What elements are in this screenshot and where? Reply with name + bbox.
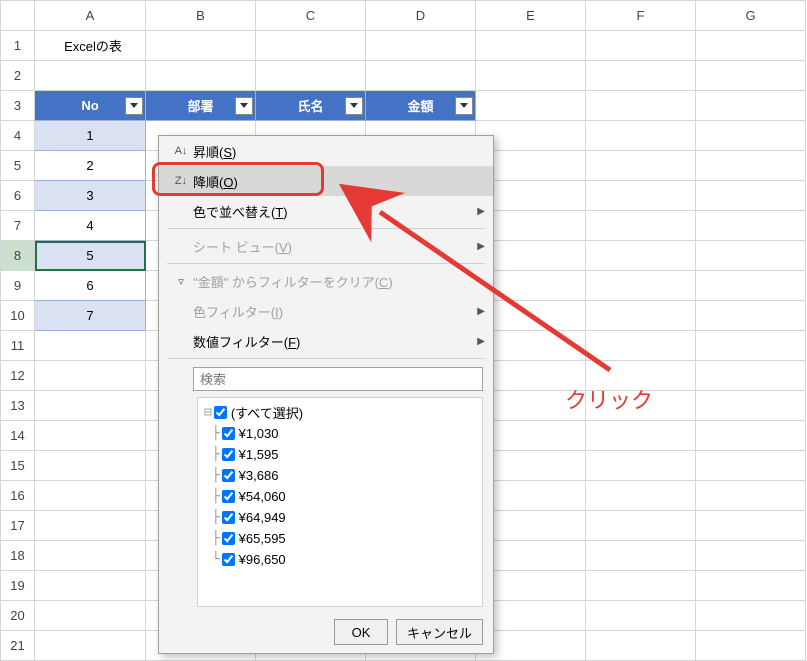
sort-desc-icon: Z↓ <box>169 175 193 187</box>
cell-title[interactable]: Excelの表 <box>35 31 146 61</box>
clear-filter-icon: ▿ <box>169 275 193 288</box>
row-header-19[interactable]: 19 <box>1 571 35 601</box>
row-header-20[interactable]: 20 <box>1 601 35 631</box>
chevron-right-icon: ▶ <box>477 336 485 347</box>
row-header-16[interactable]: 16 <box>1 481 35 511</box>
cell-no-6[interactable]: 6 <box>35 271 146 301</box>
filter-item[interactable]: ├¥1,030 <box>204 423 476 444</box>
row-header-12[interactable]: 12 <box>1 361 35 391</box>
cell-no-7[interactable]: 7 <box>35 301 146 331</box>
col-header-G[interactable]: G <box>696 1 806 31</box>
row-header-18[interactable]: 18 <box>1 541 35 571</box>
filter-item[interactable]: ├¥1,595 <box>204 444 476 465</box>
row-header-6[interactable]: 6 <box>1 181 35 211</box>
annotation-label: クリック <box>565 383 653 415</box>
filter-button-dept[interactable] <box>235 97 253 115</box>
sort-asc-icon: A↓ <box>169 145 193 157</box>
filter-button-no[interactable] <box>125 97 143 115</box>
chevron-right-icon: ▶ <box>477 206 485 217</box>
row-header-1[interactable]: 1 <box>1 31 35 61</box>
cell-no-3[interactable]: 3 <box>35 181 146 211</box>
col-header-A[interactable]: A <box>35 1 146 31</box>
sort-descending[interactable]: Z↓ 降順(O) <box>159 166 493 196</box>
sort-by-color[interactable]: 色で並べ替え(T) ▶ <box>159 196 493 226</box>
sort-ascending[interactable]: A↓ 昇順(S) <box>159 136 493 166</box>
row-header-21[interactable]: 21 <box>1 631 35 661</box>
cell-no-2[interactable]: 2 <box>35 151 146 181</box>
row-header-13[interactable]: 13 <box>1 391 35 421</box>
row-header-11[interactable]: 11 <box>1 331 35 361</box>
cell-no-5[interactable]: 5 <box>35 241 146 271</box>
chevron-right-icon: ▶ <box>477 306 485 317</box>
filter-dropdown: A↓ 昇順(S) Z↓ 降順(O) 色で並べ替え(T) ▶ シート ビュー(V)… <box>158 135 494 654</box>
table-header-no[interactable]: No <box>35 91 146 121</box>
table-header-name[interactable]: 氏名 <box>256 91 366 121</box>
chevron-right-icon: ▶ <box>477 241 485 252</box>
row-header-2[interactable]: 2 <box>1 61 35 91</box>
col-header-C[interactable]: C <box>256 1 366 31</box>
number-filters[interactable]: 数値フィルター(F) ▶ <box>159 326 493 356</box>
filter-button-name[interactable] <box>345 97 363 115</box>
row-header-9[interactable]: 9 <box>1 271 35 301</box>
ok-button[interactable]: OK <box>334 619 388 645</box>
clear-filter: ▿ "金額" からフィルターをクリア(C) <box>159 266 493 296</box>
row-header-5[interactable]: 5 <box>1 151 35 181</box>
col-header-F[interactable]: F <box>586 1 696 31</box>
filter-search-input[interactable] <box>193 367 483 391</box>
col-header-B[interactable]: B <box>146 1 256 31</box>
sheet-view: シート ビュー(V) ▶ <box>159 231 493 261</box>
row-header-4[interactable]: 4 <box>1 121 35 151</box>
filter-item[interactable]: ├¥65,595 <box>204 528 476 549</box>
row-header-10[interactable]: 10 <box>1 301 35 331</box>
filter-item[interactable]: ├¥3,686 <box>204 465 476 486</box>
filter-item[interactable]: └¥96,650 <box>204 549 476 570</box>
cell-no-4[interactable]: 4 <box>35 211 146 241</box>
cancel-button[interactable]: キャンセル <box>396 619 483 645</box>
filter-item-all[interactable]: ⊟(すべて選択) <box>204 402 476 423</box>
row-header-8[interactable]: 8 <box>1 241 35 271</box>
select-all-corner[interactable] <box>1 1 35 31</box>
filter-by-color: 色フィルター(I) ▶ <box>159 296 493 326</box>
col-header-D[interactable]: D <box>366 1 476 31</box>
filter-item[interactable]: ├¥64,949 <box>204 507 476 528</box>
filter-button-amount[interactable] <box>455 97 473 115</box>
table-header-dept[interactable]: 部署 <box>146 91 256 121</box>
filter-value-list[interactable]: ⊟(すべて選択) ├¥1,030 ├¥1,595 ├¥3,686 ├¥54,06… <box>197 397 483 607</box>
table-header-amount[interactable]: 金額 <box>366 91 476 121</box>
row-header-14[interactable]: 14 <box>1 421 35 451</box>
cell-no-1[interactable]: 1 <box>35 121 146 151</box>
row-header-7[interactable]: 7 <box>1 211 35 241</box>
row-header-3[interactable]: 3 <box>1 91 35 121</box>
row-header-17[interactable]: 17 <box>1 511 35 541</box>
row-header-15[interactable]: 15 <box>1 451 35 481</box>
col-header-E[interactable]: E <box>476 1 586 31</box>
filter-item[interactable]: ├¥54,060 <box>204 486 476 507</box>
